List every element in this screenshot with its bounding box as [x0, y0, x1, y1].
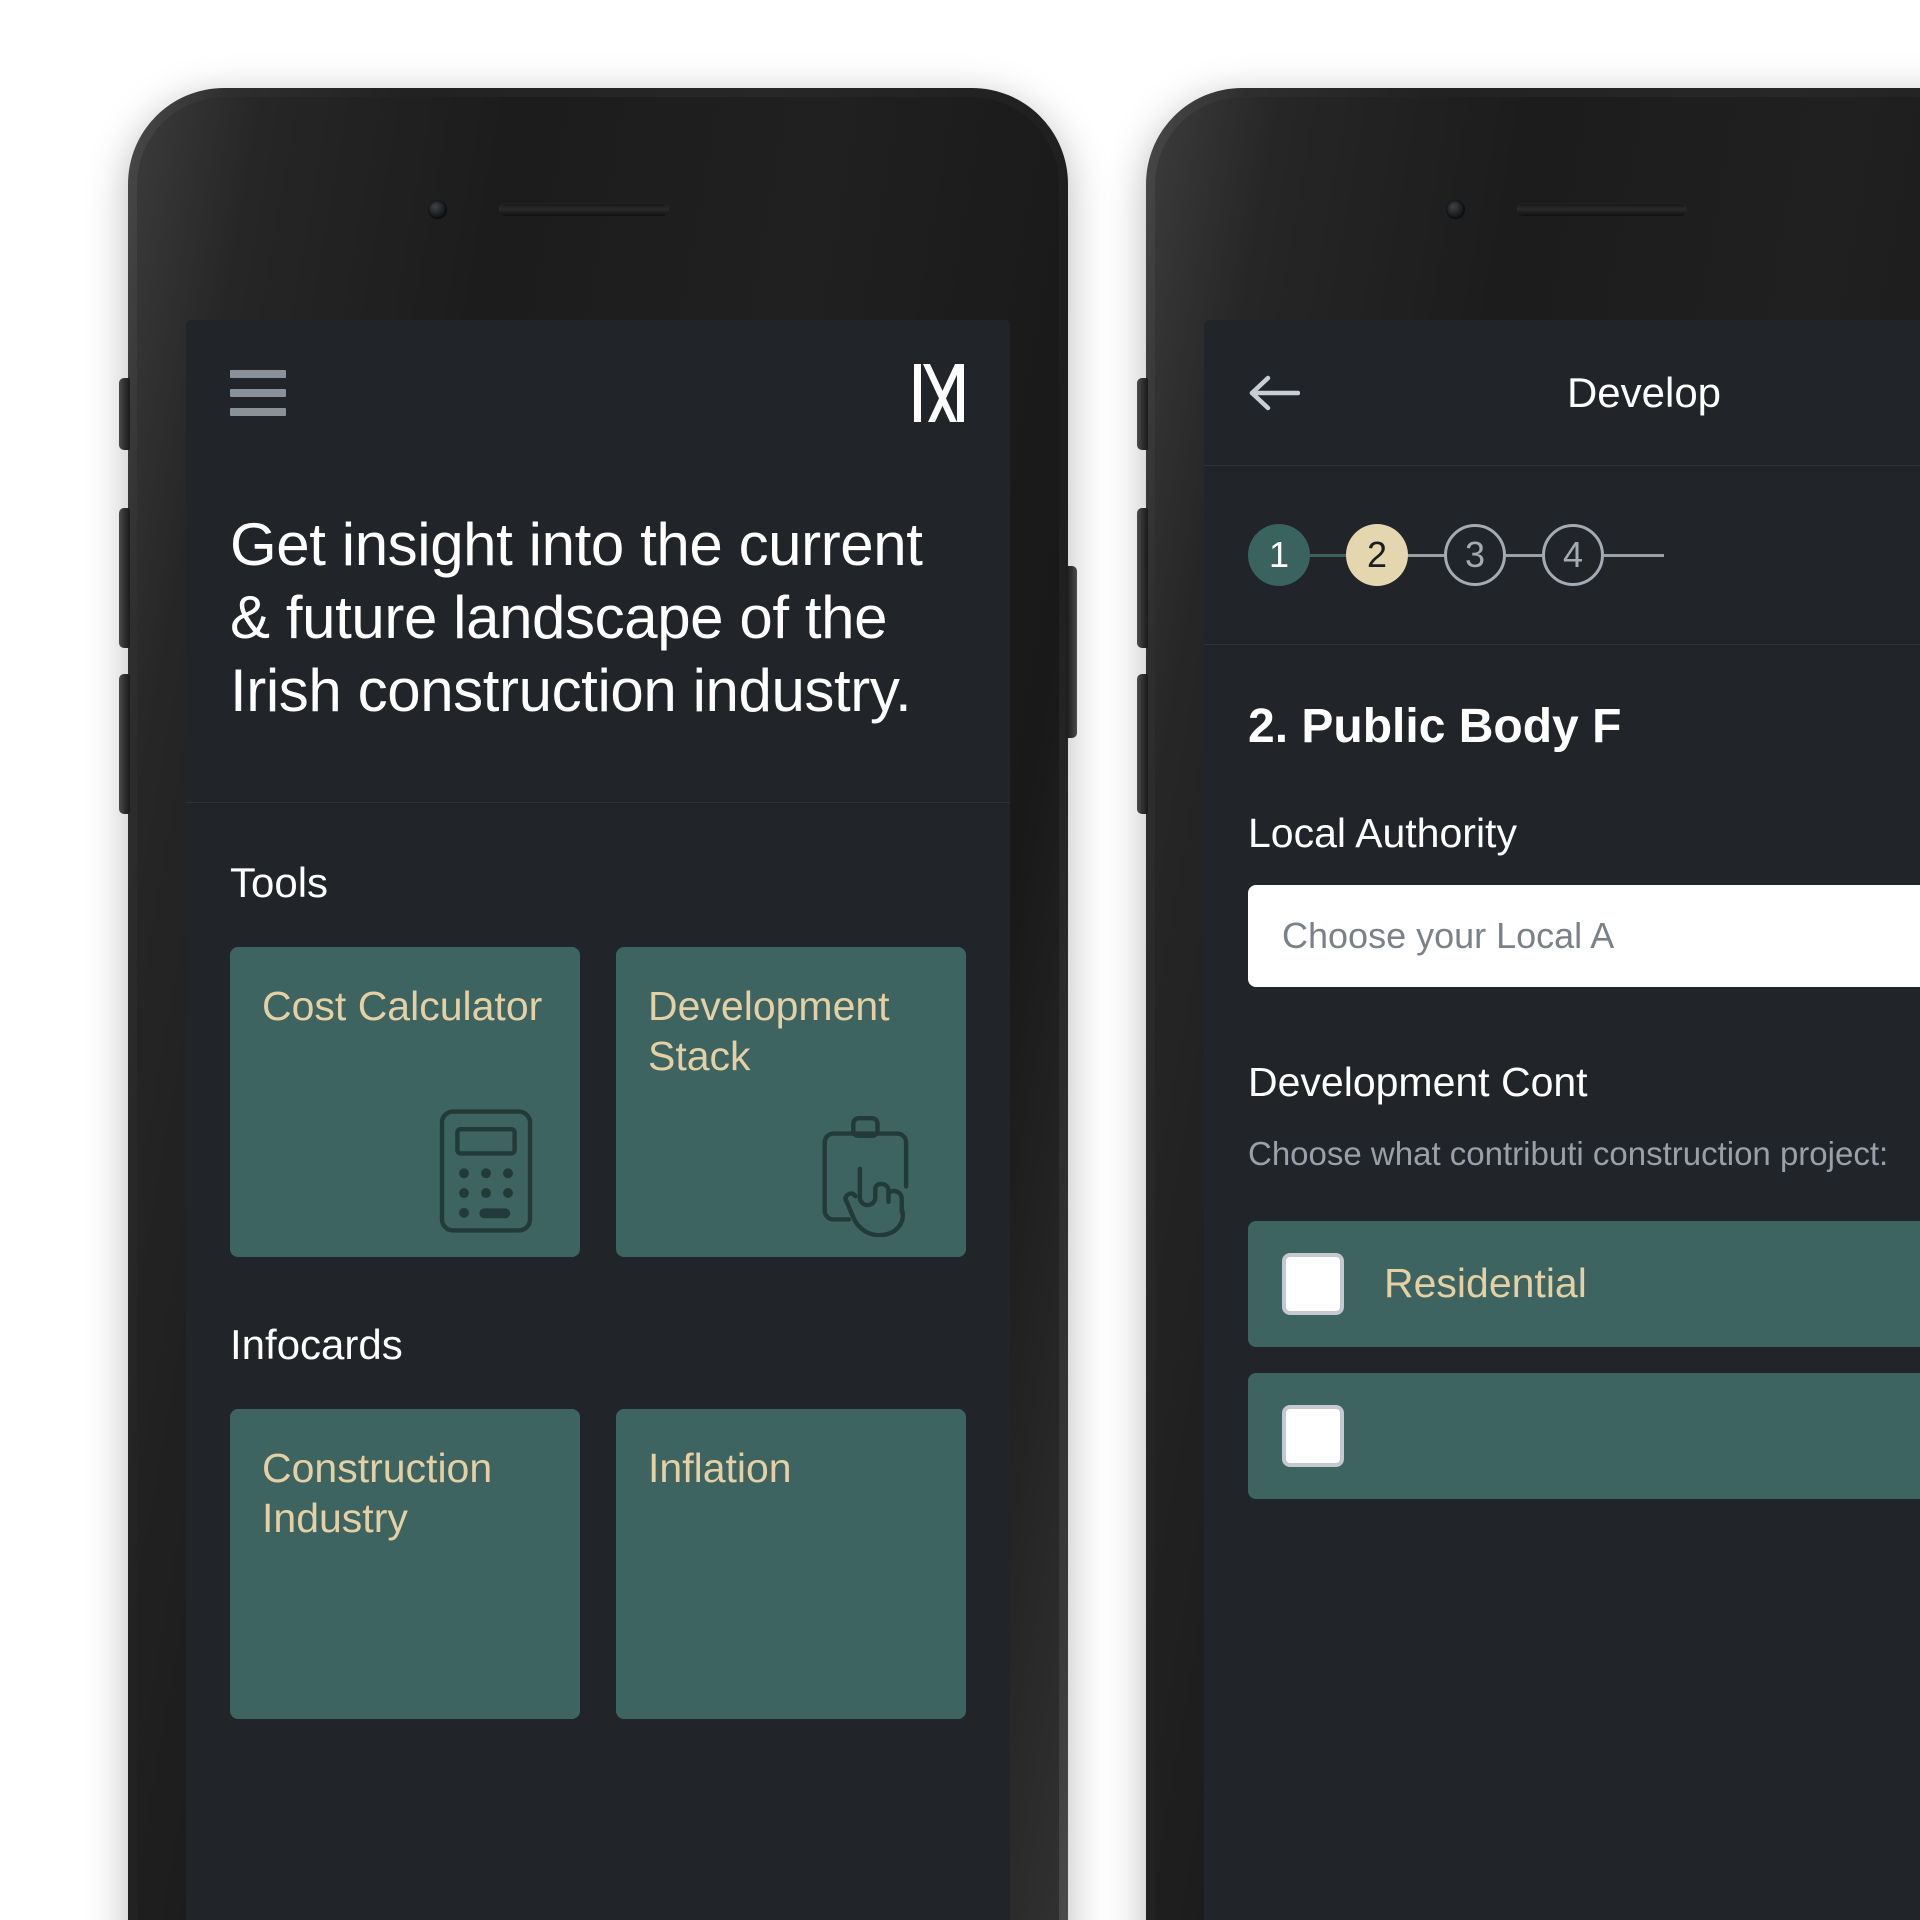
phone-device-form: Develop 1 2 3 4 2. Public Body F Local A… [1137, 88, 1920, 1920]
development-stack-form-screen: Develop 1 2 3 4 2. Public Body F Local A… [1204, 320, 1920, 1920]
tools-section-title: Tools [230, 858, 329, 906]
option-row-next[interactable] [1248, 1372, 1920, 1499]
hamburger-menu-icon[interactable] [230, 370, 286, 416]
infocard-inflation[interactable]: Inflation [616, 1408, 966, 1719]
stepper-connector [1408, 553, 1444, 557]
local-authority-select[interactable]: Choose your Local A [1248, 885, 1920, 987]
option-row-residential[interactable]: Residential [1248, 1220, 1920, 1347]
infocard-title: Construction Industry [262, 1444, 493, 1541]
front-camera-icon [428, 200, 447, 219]
app-bar: Develop [1204, 320, 1920, 466]
tools-section: Tools Cost Calculator Development Stack [186, 803, 1010, 1257]
stepper-connector [1506, 553, 1542, 557]
volume-down-button[interactable] [1137, 674, 1148, 814]
mute-switch-button[interactable] [119, 378, 130, 450]
local-authority-label: Local Authority [1248, 810, 1517, 856]
app-bar [186, 320, 1010, 466]
earpiece-speaker [499, 203, 669, 216]
option-label: Residential [1384, 1260, 1587, 1307]
development-contribution-heading: Development Cont [1248, 1059, 1588, 1105]
stepper-step-2[interactable]: 2 [1346, 524, 1408, 586]
infocard-construction-industry[interactable]: Construction Industry [230, 1408, 580, 1719]
brand-monogram-icon[interactable] [912, 362, 966, 424]
front-camera-icon [1446, 200, 1465, 219]
volume-up-button[interactable] [119, 508, 130, 648]
stepper-connector [1310, 553, 1346, 557]
form-section-heading: 2. Public Body F [1248, 700, 1622, 753]
calculator-icon [420, 1105, 552, 1237]
page-title: Develop [1566, 368, 1722, 416]
development-contribution-help-text: Choose what contributi construction proj… [1248, 1135, 1889, 1172]
phone-device-home: Get insight into the current & future la… [119, 88, 1077, 1920]
infocards-card-grid: Construction Industry Inflation [230, 1408, 966, 1719]
clipboard-hand-icon [806, 1105, 938, 1237]
power-button[interactable] [1066, 566, 1077, 738]
infocard-title: Inflation [648, 1444, 792, 1491]
stepper-step-1[interactable]: 1 [1248, 524, 1310, 586]
option-checkbox[interactable] [1282, 1404, 1344, 1467]
tool-card-title: Development Stack [648, 982, 890, 1079]
form-body: 2. Public Body F Local Authority Choose … [1204, 645, 1920, 1499]
phone-earpiece-assembly [428, 200, 669, 219]
stepper-step-4[interactable]: 4 [1542, 524, 1604, 586]
screenshot-stage: Get insight into the current & future la… [0, 0, 1920, 1920]
phone-earpiece-assembly [1446, 200, 1687, 219]
back-arrow-icon[interactable] [1248, 373, 1301, 413]
infocards-section-title: Infocards [230, 1320, 403, 1368]
volume-up-button[interactable] [1137, 508, 1148, 648]
page-headline: Get insight into the current & future la… [230, 511, 923, 725]
tool-card-title: Cost Calculator [262, 982, 543, 1029]
progress-stepper: 1 2 3 4 [1204, 466, 1920, 645]
infocards-section: Infocards Construction Industry Inflatio… [186, 1257, 1010, 1719]
mute-switch-button[interactable] [1137, 378, 1148, 450]
volume-down-button[interactable] [119, 674, 130, 814]
earpiece-speaker [1517, 203, 1687, 216]
home-screen: Get insight into the current & future la… [186, 320, 1010, 1920]
tool-card-development-stack[interactable]: Development Stack [616, 946, 966, 1257]
stepper-step-3[interactable]: 3 [1444, 524, 1506, 586]
stepper-connector [1604, 553, 1664, 557]
hero-section: Get insight into the current & future la… [186, 466, 1010, 803]
tools-card-grid: Cost Calculator Development Stack [230, 946, 966, 1257]
tool-card-cost-calculator[interactable]: Cost Calculator [230, 946, 580, 1257]
residential-checkbox[interactable] [1282, 1252, 1344, 1315]
